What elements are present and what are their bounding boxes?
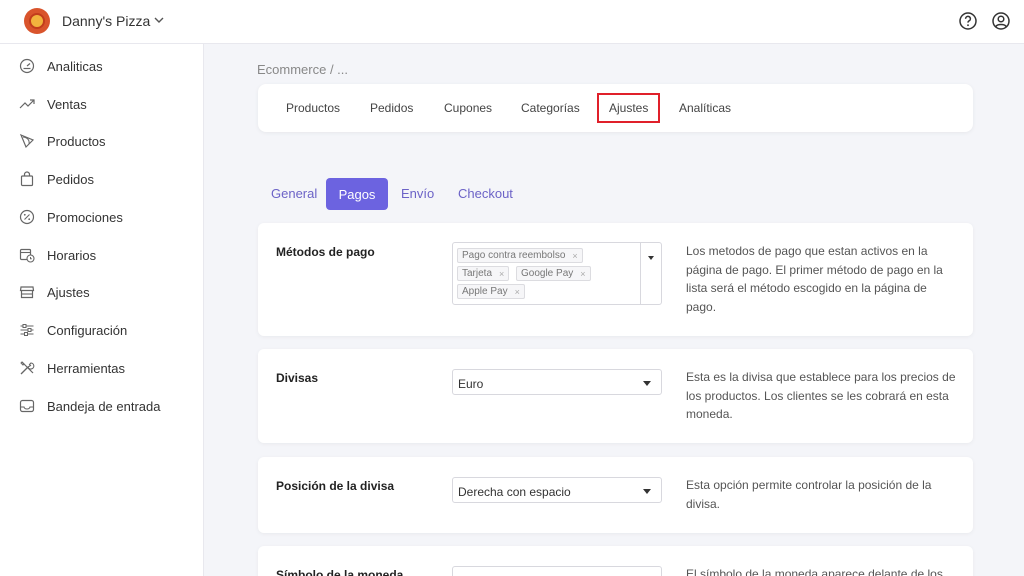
- currency-select[interactable]: Euro: [452, 369, 662, 395]
- currency-position-card: Posición de la divisa Derecha con espaci…: [258, 457, 973, 533]
- currency-label: Divisas: [276, 371, 319, 385]
- caret-down-icon: [643, 489, 651, 494]
- chip-tarjeta: Tarjeta ×: [457, 266, 510, 281]
- calendar-clock-icon: [19, 248, 35, 263]
- currency-symbol-input[interactable]: €: [452, 566, 662, 576]
- sidebar-item-analiticas[interactable]: Analiticas: [0, 51, 204, 81]
- sidebar-item-configuracion[interactable]: Configuración: [0, 315, 204, 345]
- currency-description: Esta es la divisa que establece para los…: [686, 370, 956, 421]
- currency-card: Divisas Euro Esta es la divisa que estab…: [258, 349, 973, 443]
- chip-remove-icon[interactable]: ×: [580, 269, 585, 279]
- store-icon: [19, 286, 35, 299]
- sidebar-item-label: Bandeja de entrada: [47, 398, 161, 414]
- sidebar-item-label: Herramientas: [47, 360, 126, 376]
- chevron-down-icon[interactable]: [152, 13, 166, 27]
- tools-icon: [20, 361, 35, 375]
- inbox-icon: [19, 399, 35, 413]
- sidebar-item-promociones[interactable]: Promociones: [0, 202, 204, 232]
- chip-remove-icon[interactable]: ×: [499, 269, 504, 279]
- brand-name[interactable]: Danny's Pizza: [62, 13, 150, 29]
- sidebar-item-label: Analiticas: [47, 58, 103, 74]
- chip-apple-pay: Apple Pay ×: [457, 284, 525, 299]
- payment-methods-description: Los metodos de pago que estan activos en…: [686, 244, 943, 314]
- currency-position-label: Posición de la divisa: [276, 479, 395, 493]
- payment-methods-select[interactable]: Pago contra reembolso × Tarjeta × Google P…: [452, 242, 662, 305]
- sidebar-item-label: Promociones: [47, 209, 123, 225]
- currency-position-description: Esta opción permite controlar la posició…: [686, 478, 932, 511]
- caret-down-icon[interactable]: [648, 256, 654, 260]
- tab-pedidos[interactable]: Pedidos: [370, 101, 413, 115]
- subtab-envio[interactable]: Envío: [401, 186, 434, 201]
- currency-symbol-description: El símbolo de la moneda aparece delante …: [686, 567, 943, 576]
- sidebar-item-label: Configuración: [47, 322, 128, 338]
- subtab-general[interactable]: General: [271, 186, 317, 201]
- sidebar-item-horarios[interactable]: Horarios: [0, 240, 204, 270]
- user-icon[interactable]: [991, 11, 1011, 31]
- breadcrumb[interactable]: Ecommerce / ...: [257, 62, 348, 77]
- sidebar-item-pedidos[interactable]: Pedidos: [0, 164, 204, 194]
- chip-google-pay: Google Pay ×: [516, 266, 591, 281]
- currency-position-select[interactable]: Derecha con espacio: [452, 477, 662, 503]
- payment-methods-card: Métodos de pago Pago contra reembolso × T…: [258, 223, 973, 336]
- select-divider: [640, 243, 641, 304]
- gauge-icon: [19, 58, 35, 74]
- percent-icon: [19, 209, 35, 225]
- chip-pago-contra-reembolso: Pago contra reembolso ×: [457, 248, 583, 263]
- tab-productos[interactable]: Productos: [286, 101, 340, 115]
- sliders-icon: [20, 324, 34, 336]
- trend-icon: [19, 99, 35, 109]
- sidebar-item-ajustes[interactable]: Ajustes: [0, 277, 204, 307]
- sidebar-item-ventas[interactable]: Ventas: [0, 89, 204, 119]
- sidebar-item-label: Pedidos: [47, 171, 94, 187]
- currency-symbol-label: Símbolo de la moneda: [276, 568, 404, 576]
- pizza-logo-icon[interactable]: [24, 8, 50, 34]
- sidebar-item-productos[interactable]: Productos: [0, 126, 204, 156]
- chip-remove-icon[interactable]: ×: [515, 287, 520, 297]
- active-tab-highlight: [597, 93, 660, 123]
- help-icon[interactable]: [958, 11, 978, 31]
- payment-methods-label: Métodos de pago: [276, 245, 375, 259]
- sidebar-item-herramientas[interactable]: Herramientas: [0, 353, 204, 383]
- subtab-pagos[interactable]: Pagos: [326, 178, 388, 210]
- tab-analiticas[interactable]: Analíticas: [679, 101, 731, 115]
- chip-remove-icon[interactable]: ×: [572, 251, 577, 261]
- currency-position-value: Derecha con espacio: [458, 485, 571, 499]
- sidebar-item-label: Horarios: [47, 247, 97, 263]
- pizza-slice-icon: [19, 133, 35, 149]
- currency-value: Euro: [458, 377, 484, 391]
- tab-categorias[interactable]: Categorías: [521, 101, 580, 115]
- sidebar: Analiticas Ventas Productos Pedidos Prom…: [0, 44, 204, 576]
- bag-icon: [20, 171, 34, 187]
- top-bar: Danny's Pizza: [0, 0, 1024, 44]
- currency-symbol-card: Símbolo de la moneda € El símbolo de la …: [258, 546, 973, 576]
- sidebar-item-bandeja[interactable]: Bandeja de entrada: [0, 391, 204, 421]
- subtab-checkout[interactable]: Checkout: [458, 186, 513, 201]
- sidebar-item-label: Productos: [47, 133, 106, 149]
- sidebar-item-label: Ajustes: [47, 284, 90, 300]
- sidebar-item-label: Ventas: [47, 96, 87, 112]
- tab-cupones[interactable]: Cupones: [444, 101, 492, 115]
- caret-down-icon: [643, 381, 651, 386]
